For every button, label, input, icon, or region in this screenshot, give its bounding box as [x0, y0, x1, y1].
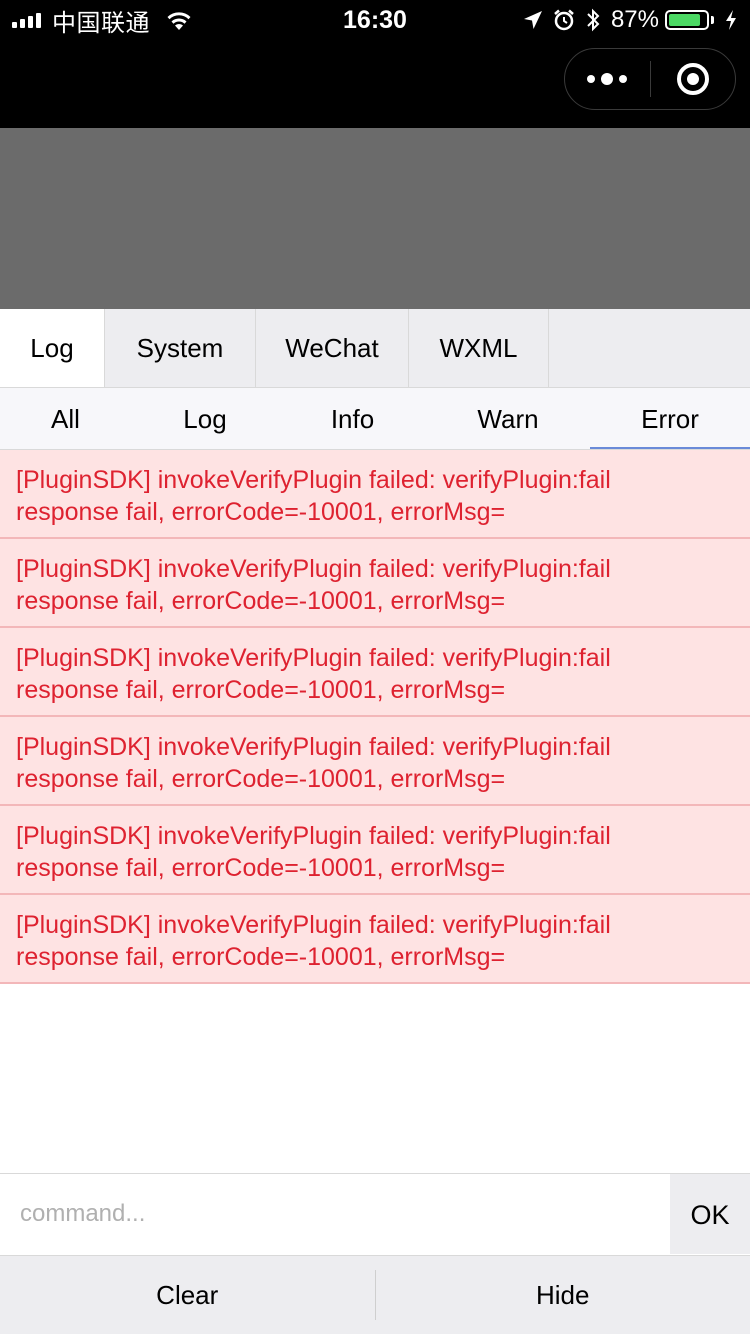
log-filter-tabs: All Log Info Warn Error [0, 388, 750, 450]
log-entry-line: response fail, errorCode=-10001, errorMs… [16, 765, 506, 793]
status-right: 87% [513, 0, 738, 40]
log-entry-error[interactable]: [PluginSDK] invokeVerifyPlugin failed: v… [0, 806, 750, 895]
battery-icon [665, 10, 709, 30]
hide-button[interactable]: Hide [376, 1256, 750, 1334]
log-entry-error[interactable]: [PluginSDK] invokeVerifyPlugin failed: v… [0, 895, 750, 984]
log-entry-line: response fail, errorCode=-10001, errorMs… [16, 854, 506, 882]
log-entry-error[interactable]: [PluginSDK] invokeVerifyPlugin failed: v… [0, 450, 750, 539]
close-button[interactable] [651, 49, 736, 109]
tab-log[interactable]: Log [0, 309, 105, 387]
command-input[interactable] [0, 1174, 670, 1254]
filter-info[interactable]: Info [279, 388, 426, 449]
log-entry-error[interactable]: [PluginSDK] invokeVerifyPlugin failed: v… [0, 539, 750, 628]
tab-wechat[interactable]: WeChat [256, 309, 409, 387]
close-target-icon [676, 63, 709, 95]
log-list: [PluginSDK] invokeVerifyPlugin failed: v… [0, 450, 750, 984]
alarm-icon [554, 9, 574, 31]
clear-button[interactable]: Clear [0, 1256, 375, 1334]
ok-button[interactable]: OK [670, 1174, 750, 1254]
bluetooth-icon [587, 8, 600, 32]
log-entry-line: [PluginSDK] invokeVerifyPlugin failed: v… [16, 911, 611, 939]
filter-log[interactable]: Log [131, 388, 279, 449]
log-entry-line: [PluginSDK] invokeVerifyPlugin failed: v… [16, 466, 611, 494]
command-bar: OK [0, 1173, 750, 1255]
console-bottom-bar: Clear Hide [0, 1255, 750, 1334]
filter-warn[interactable]: Warn [426, 388, 590, 449]
log-entry-line: response fail, errorCode=-10001, errorMs… [16, 943, 506, 971]
console-backdrop[interactable] [0, 128, 750, 309]
log-entry-error[interactable]: [PluginSDK] invokeVerifyPlugin failed: v… [0, 717, 750, 806]
status-bar: 中国联通 16:30 87% [0, 0, 750, 40]
battery-percent: 87% [610, 6, 659, 33]
more-dots-icon [584, 73, 630, 85]
battery-fill [669, 14, 700, 26]
log-entry-line: response fail, errorCode=-10001, errorMs… [16, 587, 506, 615]
menu-capsule [564, 48, 736, 110]
log-entry-line: [PluginSDK] invokeVerifyPlugin failed: v… [16, 555, 611, 583]
nav-bar [0, 40, 750, 128]
log-entry-line: response fail, errorCode=-10001, errorMs… [16, 498, 506, 526]
tab-wxml[interactable]: WXML [409, 309, 549, 387]
more-button[interactable] [565, 49, 650, 109]
log-entry-line: [PluginSDK] invokeVerifyPlugin failed: v… [16, 822, 611, 850]
tab-system[interactable]: System [105, 309, 256, 387]
screen: 中国联通 16:30 87% Log System WeChat WXML Al… [0, 0, 750, 1334]
log-entry-line: [PluginSDK] invokeVerifyPlugin failed: v… [16, 733, 611, 761]
log-entry-line: [PluginSDK] invokeVerifyPlugin failed: v… [16, 644, 611, 672]
charging-bolt-icon [726, 10, 736, 30]
console-panel: Log System WeChat WXML All Log Info Warn… [0, 309, 750, 1334]
filter-all[interactable]: All [0, 388, 131, 449]
battery-nub [711, 16, 714, 24]
log-entry-line: response fail, errorCode=-10001, errorMs… [16, 676, 506, 704]
filter-error[interactable]: Error [590, 388, 750, 449]
log-entry-error[interactable]: [PluginSDK] invokeVerifyPlugin failed: v… [0, 628, 750, 717]
console-top-tabs: Log System WeChat WXML [0, 309, 750, 388]
location-arrow-icon [523, 11, 542, 29]
